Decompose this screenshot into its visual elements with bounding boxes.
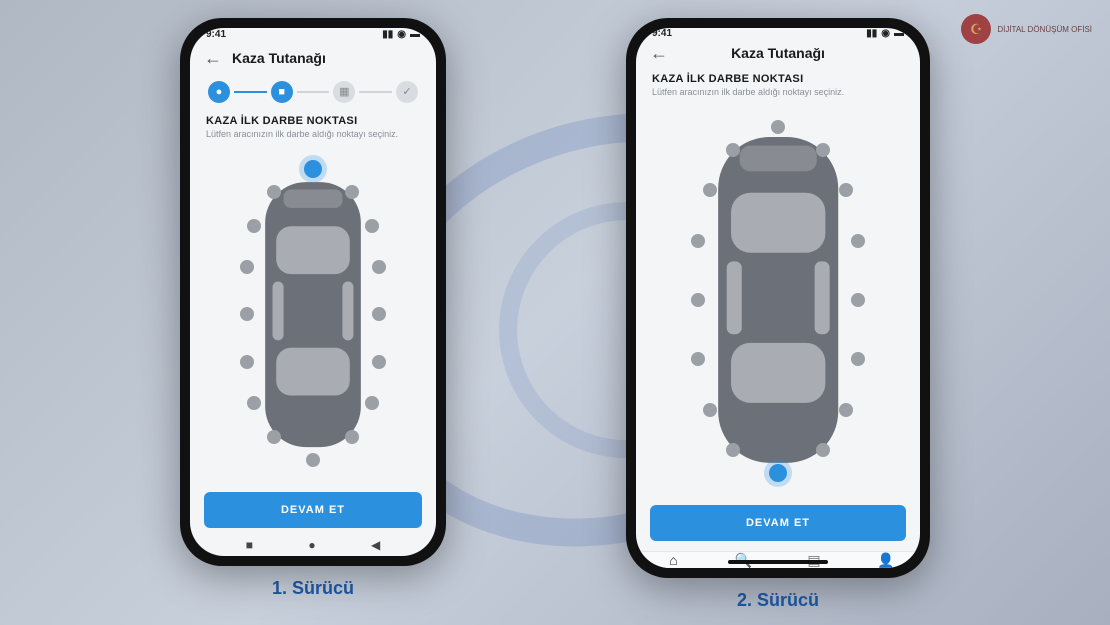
impact-point-dot[interactable] bbox=[247, 219, 261, 233]
continue-button[interactable]: DEVAM ET bbox=[650, 505, 906, 541]
impact-point-selector bbox=[636, 103, 920, 497]
impact-point-dot[interactable] bbox=[851, 293, 865, 307]
impact-point-dot[interactable] bbox=[240, 307, 254, 321]
impact-point-dot[interactable] bbox=[240, 260, 254, 274]
impact-point-dot[interactable] bbox=[691, 352, 705, 366]
impact-point-dot[interactable] bbox=[726, 143, 740, 157]
status-bar: 9:41 ▮▮ ◉ ▬ bbox=[636, 28, 920, 39]
battery-icon: ▬ bbox=[410, 29, 420, 40]
progress-stepper: ● ■ ▦ ✓ bbox=[190, 77, 436, 111]
battery-icon: ▬ bbox=[894, 28, 904, 39]
section-subtitle: Lütfen aracınızın ilk darbe aldığı nokta… bbox=[636, 87, 920, 103]
impact-point-dot[interactable] bbox=[372, 260, 386, 274]
impact-point-selector bbox=[190, 145, 436, 484]
impact-point-dot[interactable] bbox=[851, 234, 865, 248]
page-title: Kaza Tutanağı bbox=[232, 50, 326, 66]
impact-point-dot[interactable] bbox=[839, 183, 853, 197]
impact-point-dot[interactable] bbox=[365, 396, 379, 410]
back-arrow-icon[interactable]: ← bbox=[204, 48, 222, 69]
step-1-icon[interactable]: ● bbox=[208, 81, 230, 103]
app-bar: ← Kaza Tutanağı bbox=[190, 42, 436, 77]
phone-caption: 2. Sürücü bbox=[737, 590, 819, 611]
impact-point-dot[interactable] bbox=[851, 352, 865, 366]
recent-apps-icon[interactable]: ■ bbox=[246, 538, 253, 552]
step-3-icon[interactable]: ▦ bbox=[333, 81, 355, 103]
impact-point-dot[interactable] bbox=[365, 219, 379, 233]
impact-point-dot[interactable] bbox=[267, 185, 281, 199]
step-2-icon[interactable]: ■ bbox=[271, 81, 293, 103]
step-line bbox=[234, 91, 267, 93]
signal-icon: ▮▮ bbox=[382, 29, 393, 40]
tab-profilim[interactable]: 👤Profilim bbox=[873, 552, 900, 568]
profilim-icon: 👤 bbox=[877, 552, 894, 568]
step-line bbox=[359, 91, 392, 93]
impact-point-dot[interactable] bbox=[304, 160, 322, 178]
continue-button[interactable]: DEVAM ET bbox=[204, 492, 422, 528]
impact-point-dot[interactable] bbox=[771, 120, 785, 134]
impact-point-dot[interactable] bbox=[247, 396, 261, 410]
wifi-icon: ◉ bbox=[397, 29, 406, 40]
impact-point-dot[interactable] bbox=[769, 464, 787, 482]
impact-point-dot[interactable] bbox=[703, 183, 717, 197]
signal-icon: ▮▮ bbox=[866, 28, 877, 39]
section-title: KAZA İLK DARBE NOKTASI bbox=[190, 111, 436, 129]
app-bar: ← Kaza Tutanağı bbox=[636, 39, 920, 69]
impact-point-dot[interactable] bbox=[240, 355, 254, 369]
step-4-icon[interactable]: ✓ bbox=[396, 81, 418, 103]
back-nav-icon[interactable]: ◀ bbox=[371, 538, 380, 552]
android-nav-bar: ■ ● ◀ bbox=[190, 538, 436, 556]
impact-point-dot[interactable] bbox=[306, 453, 320, 467]
home-indicator-icon bbox=[728, 560, 828, 564]
status-bar: 9:41 ▮▮ ◉ ▬ bbox=[190, 28, 436, 42]
impact-point-dot[interactable] bbox=[345, 185, 359, 199]
impact-point-dot[interactable] bbox=[691, 234, 705, 248]
step-line bbox=[297, 91, 330, 93]
impact-point-dot[interactable] bbox=[372, 307, 386, 321]
phone-driver-1: 9:41 ▮▮ ◉ ▬ ← Kaza Tutanağı ● ■ ▦ bbox=[180, 18, 446, 566]
impact-point-dot[interactable] bbox=[345, 430, 359, 444]
impact-point-dot[interactable] bbox=[372, 355, 386, 369]
phone-driver-2: 9:41 ▮▮ ◉ ▬ ← Kaza Tutanağı KAZA İLK DAR… bbox=[626, 18, 930, 578]
page-title: Kaza Tutanağı bbox=[731, 45, 825, 61]
back-arrow-icon[interactable]: ← bbox=[650, 43, 668, 64]
phone-caption: 1. Sürücü bbox=[272, 578, 354, 599]
impact-point-dot[interactable] bbox=[267, 430, 281, 444]
section-subtitle: Lütfen aracınızın ilk darbe aldığı nokta… bbox=[190, 129, 436, 145]
impact-point-dot[interactable] bbox=[816, 143, 830, 157]
impact-point-dot[interactable] bbox=[816, 443, 830, 457]
wifi-icon: ◉ bbox=[881, 28, 890, 39]
impact-point-dot[interactable] bbox=[691, 293, 705, 307]
impact-point-dot[interactable] bbox=[839, 403, 853, 417]
home-icon[interactable]: ● bbox=[308, 538, 315, 552]
status-time: 9:41 bbox=[652, 28, 672, 39]
impact-point-dot[interactable] bbox=[726, 443, 740, 457]
anasayfa-icon: ⌂ bbox=[669, 552, 677, 568]
status-time: 9:41 bbox=[206, 29, 226, 40]
tab-anasayfa[interactable]: ⌂Anasayfa bbox=[657, 552, 690, 568]
section-title: KAZA İLK DARBE NOKTASI bbox=[636, 69, 920, 87]
impact-point-dot[interactable] bbox=[703, 403, 717, 417]
